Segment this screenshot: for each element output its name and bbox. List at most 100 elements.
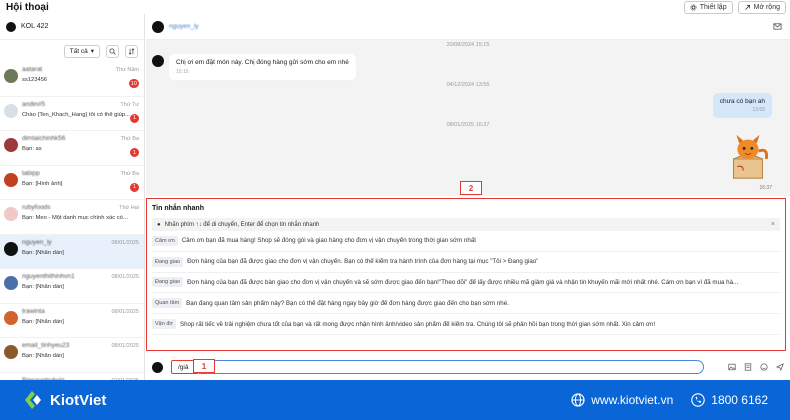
avatar: [4, 69, 18, 83]
quick-message-text: Đơn hàng của bạn đã được bàn giao cho đơ…: [187, 278, 739, 286]
avatar: [4, 345, 18, 359]
conversation-item[interactable]: dimtaichinhk56 Bạn: as Thứ Ba 1: [0, 131, 144, 166]
composer: /giả: [146, 356, 790, 378]
settings-button[interactable]: Thiết lập: [683, 0, 733, 14]
avatar: [4, 276, 18, 290]
conversation-preview: Bạn: [Nhãn dán]: [22, 249, 64, 256]
website-text: www.kiotviet.vn: [591, 393, 674, 407]
filter-dropdown[interactable]: Tất cả ▾: [63, 44, 100, 58]
sort-button[interactable]: [125, 44, 138, 58]
conversation-time: Thứ Năm: [115, 67, 139, 73]
conversation-time: Thứ Tư: [120, 101, 139, 108]
quick-message-tag: Cảm ơn: [152, 235, 178, 246]
account-selector[interactable]: KOL 422: [0, 14, 144, 40]
outgoing-message: chưa có bạn ah 13:55: [712, 93, 772, 118]
conversation-time: Thứ Ba: [120, 170, 139, 177]
quick-message-item[interactable]: Đang giao Đơn hàng của bạn đã được giao c…: [152, 252, 780, 273]
expand-icon: [744, 4, 750, 10]
emoji-icon[interactable]: [760, 363, 768, 371]
footer-banner: KiotViet www.kiotviet.vn 1800 6162: [0, 380, 790, 420]
sender-avatar: [152, 361, 163, 373]
conversation-time: 08/01/2025: [111, 308, 139, 315]
message-area: 20/08/2024 15:15 Chị ơi em đặt món này. …: [146, 40, 790, 196]
callout-2: 2: [460, 181, 482, 195]
quick-message-text: Đơn hàng của bạn đã được giao cho đơn vị…: [187, 258, 539, 266]
avatar: [4, 207, 18, 221]
mail-icon[interactable]: [773, 22, 782, 31]
globe-icon: [571, 393, 585, 407]
quick-message-tag: Đang giao: [152, 277, 184, 288]
conversation-item[interactable]: nguyen_ly Bạn: [Nhãn dán] 08/01/2025: [0, 234, 144, 269]
top-header: Hội thoại Thiết lập Mở rộng: [0, 0, 790, 14]
message-text: Chị ơi em đặt món này. Chị đóng hàng gửi…: [176, 59, 349, 66]
conversation-time: Thứ Hai: [119, 205, 139, 211]
conversation-preview: Bạn: as: [22, 146, 42, 152]
conversation-item[interactable]: email_tinhyeu23 Bạn: [Nhãn dán] 08/01/2025: [0, 338, 144, 373]
conversation-preview: Bạn: Meo - Một danh mục chính xác có thể…: [22, 215, 130, 221]
image-icon[interactable]: [728, 363, 736, 371]
note-icon[interactable]: [744, 363, 752, 371]
quick-message-item[interactable]: Cảm ơn Cảm ơn bạn đã mua hàng! Shop sẽ đó…: [152, 231, 780, 252]
avatar: [4, 138, 18, 152]
contact-name[interactable]: nguyen_ly: [169, 23, 199, 30]
conversation-preview: Bạn: [Nhãn dán]: [22, 284, 64, 290]
expand-label: Mở rộng: [753, 3, 780, 11]
incoming-message: Chị ơi em đặt món này. Chị đóng hàng gửi…: [169, 54, 356, 80]
conversation-time: Thứ Ba: [120, 136, 139, 142]
conversation-sidebar: KOL 422 Tất cả ▾ aatarat ss123456 Thứ Năm 1…: [0, 14, 145, 380]
filter-bar: Tất cả ▾: [0, 40, 144, 62]
date-stamp: 04/12/2024 13:55: [446, 82, 490, 88]
conversation-time: 08/01/2025: [111, 343, 139, 349]
phone-contact: 1800 6162: [691, 393, 768, 407]
close-icon[interactable]: ×: [771, 221, 775, 228]
conversation-item[interactable]: aatarat ss123456 Thứ Năm 10: [0, 62, 144, 97]
contact-avatar-small: [152, 55, 164, 67]
message-time: 13:55: [752, 107, 765, 113]
settings-label: Thiết lập: [699, 3, 727, 11]
quick-message-tip: ● Nhấn phím ↑↓ để di chuyển, Enter để ch…: [152, 218, 780, 231]
conversation-preview: Bạn: [Nhãn dán]: [22, 353, 64, 359]
conversation-preview: Bạn: [Hình ảnh]: [22, 180, 63, 187]
unread-badge: 10: [128, 79, 139, 88]
quick-message-tag: Quan tâm: [152, 298, 183, 309]
bulb-icon: ●: [157, 221, 161, 228]
conversation-time: 08/01/2025: [111, 239, 139, 246]
conversation-preview: ss123456: [22, 77, 48, 83]
date-stamp: 08/01/2025 16:37: [446, 122, 490, 128]
avatar: [4, 241, 18, 256]
message-input-extension[interactable]: [199, 360, 704, 374]
search-button[interactable]: [106, 44, 119, 58]
phone-text: 1800 6162: [711, 393, 768, 407]
sort-icon: [128, 47, 135, 55]
gear-icon: [690, 3, 697, 11]
send-icon[interactable]: [776, 363, 784, 371]
callout-1: 1: [193, 359, 215, 373]
expand-button[interactable]: Mở rộng: [737, 0, 786, 14]
contact-avatar: [152, 20, 164, 33]
conversation-item[interactable]: Bigcountrybolz07/01/2025: [0, 373, 144, 380]
kiotviet-logo-icon: [25, 391, 41, 409]
quick-message-item[interactable]: Quan tâm Bạn đang quan tâm sản phẩm này? …: [152, 293, 780, 315]
filter-label: Tất cả: [69, 47, 88, 55]
sticker-image: [733, 134, 769, 179]
brand: KiotViet: [22, 389, 106, 411]
conversation-item[interactable]: trawinta Bạn: [Nhãn dán] 08/01/2025: [0, 304, 144, 338]
conversation-item[interactable]: nguyenthithinhvn1 Bạn: [Nhãn dán] 08/01/20…: [0, 269, 144, 304]
quick-message-item[interactable]: Đang giao Đơn hàng của bạn đã được bàn gi…: [152, 273, 780, 294]
conversation-list: aatarat ss123456 Thứ Năm 10 andin#5 Chào {Ten…: [0, 62, 144, 380]
quick-message-item[interactable]: Vận đơ Shop rất tiếc về trải nghiệm chưa …: [152, 314, 780, 335]
quick-message-tag: Vận đơ: [152, 319, 176, 330]
conversation-item[interactable]: tabipp Bạn: [Hình ảnh] Thứ Ba 1: [0, 166, 144, 200]
quick-message-list: Cảm ơn Cảm ơn bạn đã mua hàng! Shop sẽ đó…: [147, 231, 785, 335]
search-icon: [109, 47, 116, 55]
quick-message-text: Shop rất tiếc về trải nghiệm chưa tốt củ…: [179, 320, 656, 328]
unread-badge: 1: [130, 113, 139, 123]
conversation-preview: Chào {Ten_Khach_Hang} tôi có thể giúp...: [22, 111, 130, 118]
account-avatar: [6, 21, 16, 32]
message-time: 16:37: [759, 185, 772, 191]
chevron-down-icon: ▾: [90, 48, 94, 55]
brand-name: KiotViet: [50, 391, 107, 409]
tip-text: Nhấn phím ↑↓ để di chuyển, Enter để chọn…: [164, 221, 320, 228]
conversation-item[interactable]: rubyfoods Bạn: Meo - Một danh mục chính x…: [0, 200, 144, 235]
conversation-item[interactable]: andin#5 Chào {Ten_Khach_Hang} tôi có thể …: [0, 97, 144, 131]
